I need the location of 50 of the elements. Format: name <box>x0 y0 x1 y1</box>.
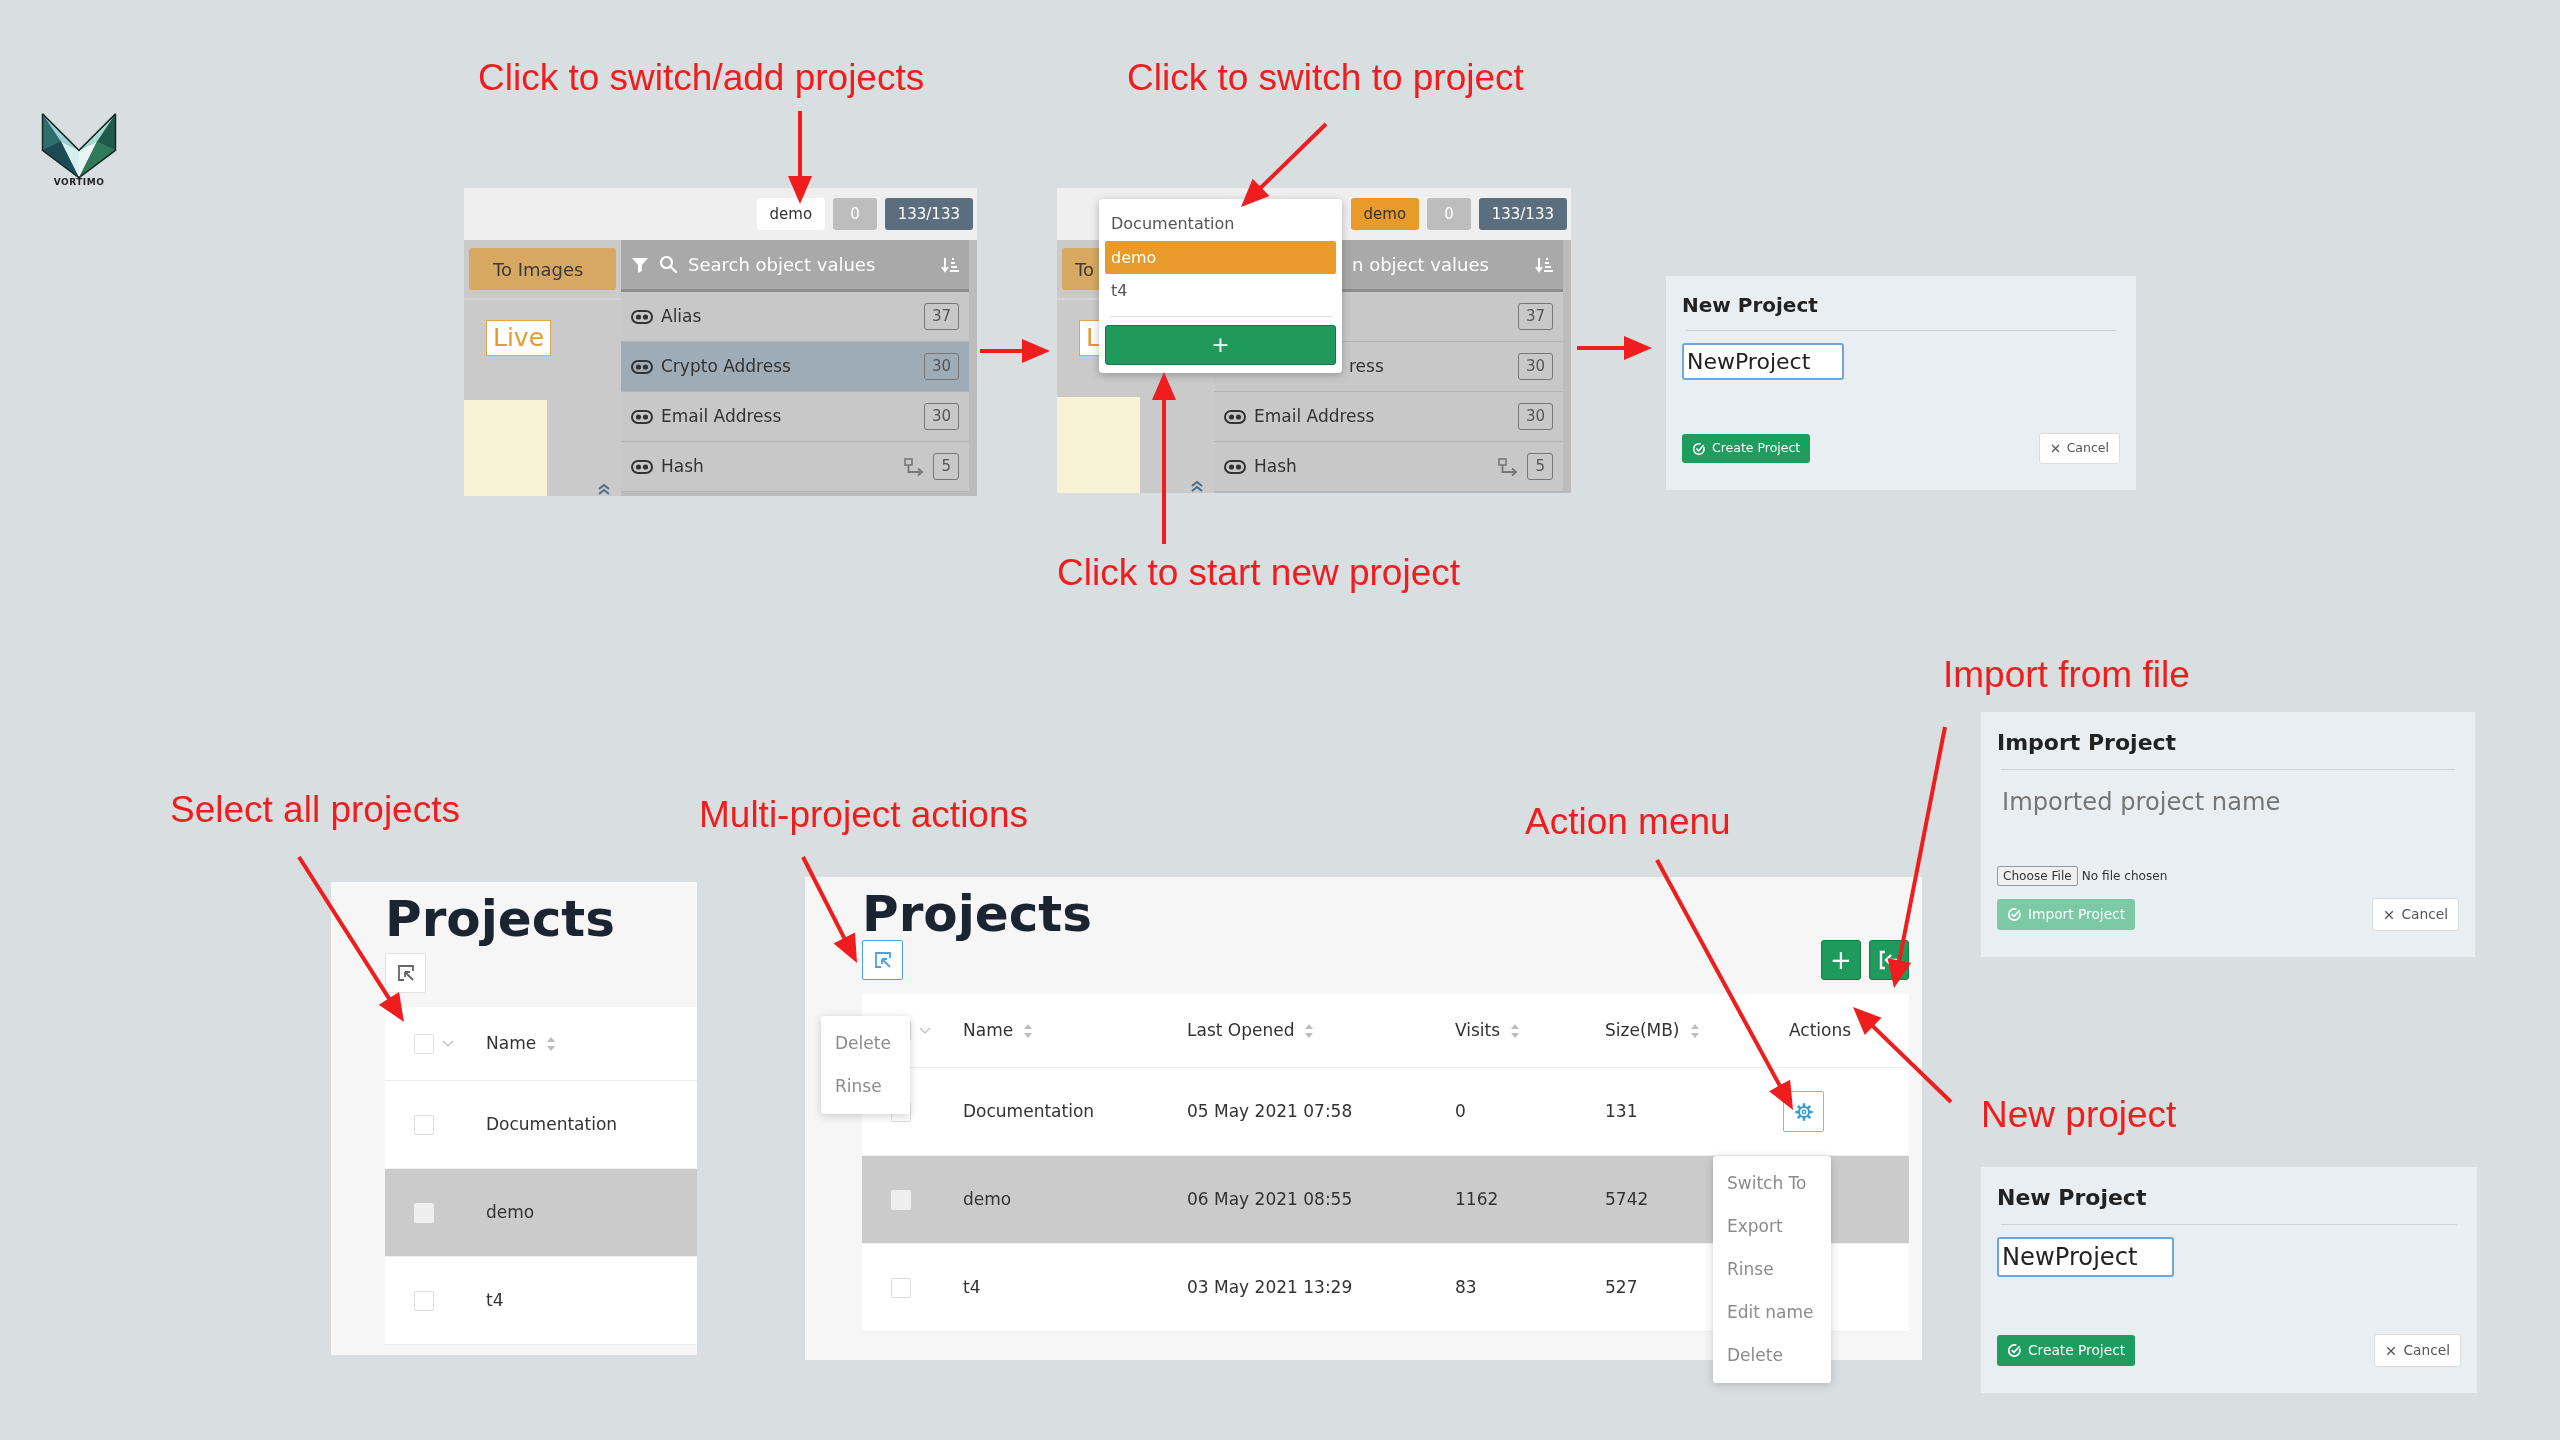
total-badge: 133/133 <box>884 198 973 230</box>
count-badge: 5 <box>933 453 959 480</box>
callout-text: Action menu <box>1525 800 1731 844</box>
counter-badge: 0 <box>1427 198 1471 230</box>
table-cell-text: t4 <box>963 1275 981 1299</box>
table-cell-text: 05 May 2021 07:58 <box>1187 1099 1353 1123</box>
row-label: Email Address <box>661 404 782 428</box>
count-badge: 30 <box>1517 353 1553 380</box>
callout-text: Click to switch to project <box>1127 56 1524 100</box>
count-badge: 37 <box>1517 303 1553 330</box>
row-label: Email Address <box>1254 404 1375 428</box>
row-label: Crypto Address <box>661 354 791 378</box>
table-cell-text: 83 <box>1455 1275 1477 1299</box>
table-cell-text: t4 <box>486 1288 504 1312</box>
counter-badge: 0 <box>833 198 877 230</box>
count-badge: 37 <box>923 303 959 330</box>
form-title: Import Project <box>1997 729 2178 757</box>
file-status: No file chosen <box>2081 868 2168 886</box>
table-cell-text: Documentation <box>486 1112 618 1136</box>
table-cell-text: 131 <box>1605 1099 1638 1123</box>
count-badge: 5 <box>1527 453 1553 480</box>
row-label: ress <box>1348 354 1384 378</box>
live-label: Live <box>486 320 552 356</box>
count-badge: 30 <box>1517 403 1553 430</box>
count-badge: 30 <box>923 353 959 380</box>
callout-text: New project <box>1981 1093 2177 1137</box>
table-cell-text: 1162 <box>1455 1187 1499 1211</box>
callout-text: Click to switch/add projects <box>478 56 925 100</box>
row-label: Hash <box>1254 454 1297 478</box>
logo-text: VORTIMO <box>53 178 105 187</box>
table-cell-text: Documentation <box>963 1099 1095 1123</box>
count-badge: 30 <box>923 403 959 430</box>
page-title: Projects <box>385 892 616 947</box>
form-title: New Project <box>1682 292 1819 319</box>
table-cell-text: 03 May 2021 13:29 <box>1187 1275 1353 1299</box>
table-cell-text: demo <box>486 1200 535 1224</box>
table-cell-text: 5742 <box>1605 1187 1649 1211</box>
table-cell-text: demo <box>963 1187 1012 1211</box>
callout-text: Import from file <box>1943 653 2190 697</box>
total-badge: 133/133 <box>1478 198 1567 230</box>
table-cell-text: 0 <box>1455 1099 1466 1123</box>
table-cell-text: 527 <box>1605 1275 1638 1299</box>
row-label: Hash <box>661 454 704 478</box>
row-label: Alias <box>661 304 702 328</box>
table-cell-text: 06 May 2021 08:55 <box>1187 1187 1353 1211</box>
callout-text: Click to start new project <box>1057 551 1461 595</box>
page-title: Projects <box>862 887 1093 942</box>
form-title: New Project <box>1997 1184 2148 1212</box>
callout-text: Multi-project actions <box>699 793 1028 837</box>
callout-text: Select all projects <box>170 788 460 832</box>
